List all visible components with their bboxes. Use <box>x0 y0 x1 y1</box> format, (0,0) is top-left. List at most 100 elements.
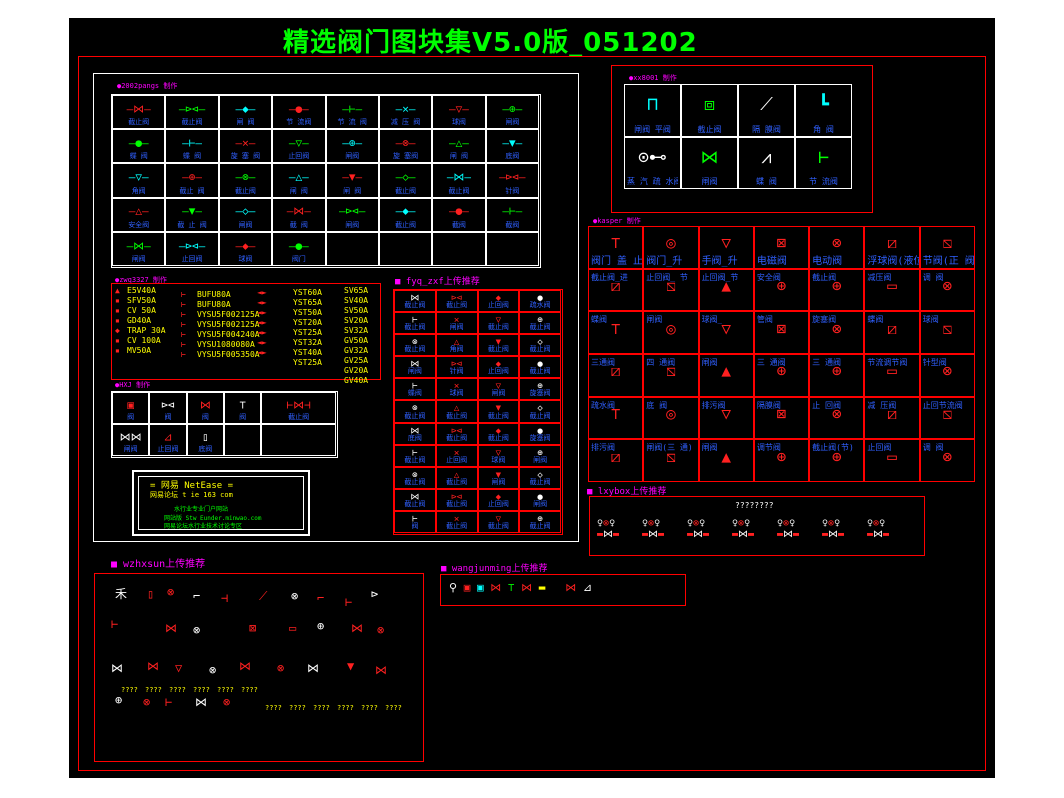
valve-caption: 针阀 <box>505 186 520 195</box>
kasper-symbol: ▲ <box>721 446 732 466</box>
valve-caption: 截阀 <box>505 220 520 229</box>
valve-symbol: —△— <box>128 204 149 218</box>
wzhxsun-symbol: ⊗ <box>223 695 231 709</box>
zwq-item: GV32A <box>344 346 369 355</box>
kasper-caption: 浮球阀(液位) <box>867 255 918 267</box>
xx-symbol: ⊙⊷ <box>638 146 667 168</box>
valve-caption: 截止阀 <box>395 220 417 229</box>
wzhxsun-symbol: ⋈ <box>147 659 159 673</box>
wzhxsun-caption: ???? <box>313 704 330 712</box>
valve-symbol: —⋈— <box>126 239 151 253</box>
kasper-symbol: ▭ <box>887 361 897 381</box>
xx-caption: 闸阀 平阀 <box>634 124 671 134</box>
kasper-symbol: ⧄ <box>886 233 898 253</box>
fyq-cell: ⋈ 截止阀 <box>394 488 436 511</box>
valve-symbol: —▽— <box>128 170 149 184</box>
hxj-cell: ⋈ 阀 <box>186 392 224 424</box>
xx-symbol: ⋈ <box>700 146 719 168</box>
fyq-caption: 闸阀 <box>533 455 548 464</box>
valve-symbol: —⊳⊲— <box>178 102 206 116</box>
valve-cell: —⊳⊲— 截止阀 <box>165 95 219 130</box>
valve-cell <box>432 231 486 266</box>
valve-cell: —◆— 截止阀 <box>378 197 433 232</box>
valve-caption: 蝶 阀 <box>182 152 202 161</box>
kasper-caption: 管阀 <box>756 315 773 325</box>
lxybox-symbol: ♀⊗♀ ▬⋈▬ <box>642 518 665 540</box>
fyq-cell: ◆ 止回阀 <box>477 488 520 511</box>
fyq-cell: ⊗ 截止阀 <box>394 334 436 357</box>
wzhxsun-symbols: 禾 ▯ ⊗ ⌐ ⊣ ⟋ ⊗ ⌐ ⊢ ⊳ ⊢ ⋈ ⊗ ⊠ ▭ ⊕ ⋈ ⊗ ⋈ ⋈ ▽ ⊗ ⋈ ⊗ ⋈ ▼ ⋈ ⊕ ⊗ ⊢ ⋈ ⊗????????… <box>101 578 417 756</box>
valve-cell: —⊕— 截止 阀 <box>165 163 219 198</box>
kasper-symbol: ⧄ <box>610 275 621 295</box>
section-label-wangjunming: ■ wangjunming上传推荐 <box>441 564 548 574</box>
kasper-cell: 节阀(正 阀) ⧅ <box>919 226 975 269</box>
fyq-caption: 截止阀 <box>487 433 509 442</box>
kasper-cell: 闸阀 ▲ <box>698 439 754 482</box>
valve-caption: 旋 塞 阀 <box>230 152 261 161</box>
valve-caption: 截止阀 <box>395 186 417 195</box>
valve-symbol: —◇— <box>235 204 256 218</box>
fyq-caption: 截止阀 <box>529 345 551 354</box>
valve-symbol: —▼— <box>182 204 202 218</box>
lxybox-symbol: ♀⊗♀ ▬⋈▬ <box>687 518 710 540</box>
hxj-symbol: ⋈ <box>199 398 211 412</box>
kasper-symbol: ▭ <box>887 275 897 295</box>
fyq-caption: 止回阀 <box>446 455 468 464</box>
wzhxsun-symbol: ▭ <box>289 621 297 635</box>
fyq-cell: ✕ 止回阀 <box>435 444 478 467</box>
valve-cell: —⊕— 闸阀 <box>485 95 539 130</box>
fyq-caption: 截止阀 <box>529 323 551 332</box>
lxybox-symbol: ♀⊗♀ ▬⋈▬ <box>867 518 890 540</box>
drawing-canvas: 精选阀门图块集V5.0版_051202 ●2002pangs 制作 —⋈— 截止阀… <box>69 18 995 778</box>
valve-cell: —◇— 闸阀 <box>218 197 273 232</box>
zwq-symbols-2: ⊢ ⊢ ⊢ ⊢ ⊢ ⊢ ⊢ <box>181 290 186 359</box>
kasper-symbol: ▽ <box>721 318 732 338</box>
lxybox-symbol: ♀⊗♀ ▬⋈▬ <box>597 518 620 540</box>
kasper-cell: 减压阀 ▭ <box>864 268 920 312</box>
valve-cell: —⊳⊲— 止回阀 <box>165 231 219 266</box>
fyq-cell: ⊕ 旋塞阀 <box>519 378 561 401</box>
kasper-cell: 闸阀 ▲ <box>698 354 754 397</box>
wzhxsun-symbol: ⊢ <box>345 595 353 609</box>
hxj-cell: ⊢⋈⊣ 截止阀 <box>261 392 336 424</box>
fyq-caption: 截止阀 <box>446 477 468 486</box>
wzhxsun-caption: ???? <box>361 704 378 712</box>
hxj-caption: 底阀 <box>198 445 213 453</box>
fyq-cell: ▽ 截止阀 <box>477 510 520 533</box>
fyq-caption: 截止阀 <box>404 455 426 464</box>
fyq-cell: ◇ 截止阀 <box>519 334 561 357</box>
fyq-caption: 球阀 <box>491 455 506 464</box>
wzhxsun-symbol: ⋈ <box>307 661 319 675</box>
fyq-caption: 止回阀 <box>487 301 509 310</box>
valve-symbol: —△— <box>288 170 309 184</box>
zwq-item: VYSU5F002125A <box>197 320 260 329</box>
valve-symbol: —△— <box>449 136 469 150</box>
section-label-hxj: ●HXJ 制作 <box>115 381 151 389</box>
fyq-cell: △ 截止阀 <box>435 466 478 489</box>
kasper-symbol: ⊗ <box>831 233 842 253</box>
zwq-symbols-3: ◄► ◄► ◄► ◄► ◄► ◄► ◄► <box>257 288 267 357</box>
wzhxsun-symbol: ⊗ <box>209 663 217 677</box>
kasper-cell: 安全阀 ⊕ <box>753 268 810 312</box>
lxybox-symbol: ♀⊗♀ ▬⋈▬ <box>822 518 845 540</box>
valve-caption: 截 止 阀 <box>177 220 207 229</box>
zwq-item: GV25A <box>344 356 369 365</box>
fyq-caption: 截止阀 <box>404 477 426 486</box>
wzhxsun-symbol: ⊗ <box>277 661 285 675</box>
wzhxsun-symbol: ⌐ <box>193 589 201 603</box>
zwq-item: SV50A <box>344 306 369 315</box>
valve-cell: —⊳⊲— 针阀 <box>485 163 539 198</box>
kasper-caption: 节阀(正 阀) <box>922 255 975 267</box>
valve-cell: —▼— 闸 阀 <box>325 163 379 198</box>
kasper-symbol: ⊗ <box>942 361 953 381</box>
valve-cell: —⊢— 截阀 <box>485 197 539 232</box>
valve-symbol: —◆— <box>395 204 416 218</box>
section-label-fyq: ■ fyq_zxf上传推荐 <box>395 277 480 287</box>
valve-cell <box>325 231 379 266</box>
valve-caption: 节 流 阀 <box>337 118 367 127</box>
zwq-item: YST65A <box>293 298 322 307</box>
kasper-cell: 三 通阀 ⊕ <box>809 354 865 397</box>
kasper-caption: 蝶阀 <box>867 315 884 325</box>
xx-caption: 蝶 阀 <box>756 177 777 186</box>
kasper-symbol: ◎ <box>666 233 676 253</box>
